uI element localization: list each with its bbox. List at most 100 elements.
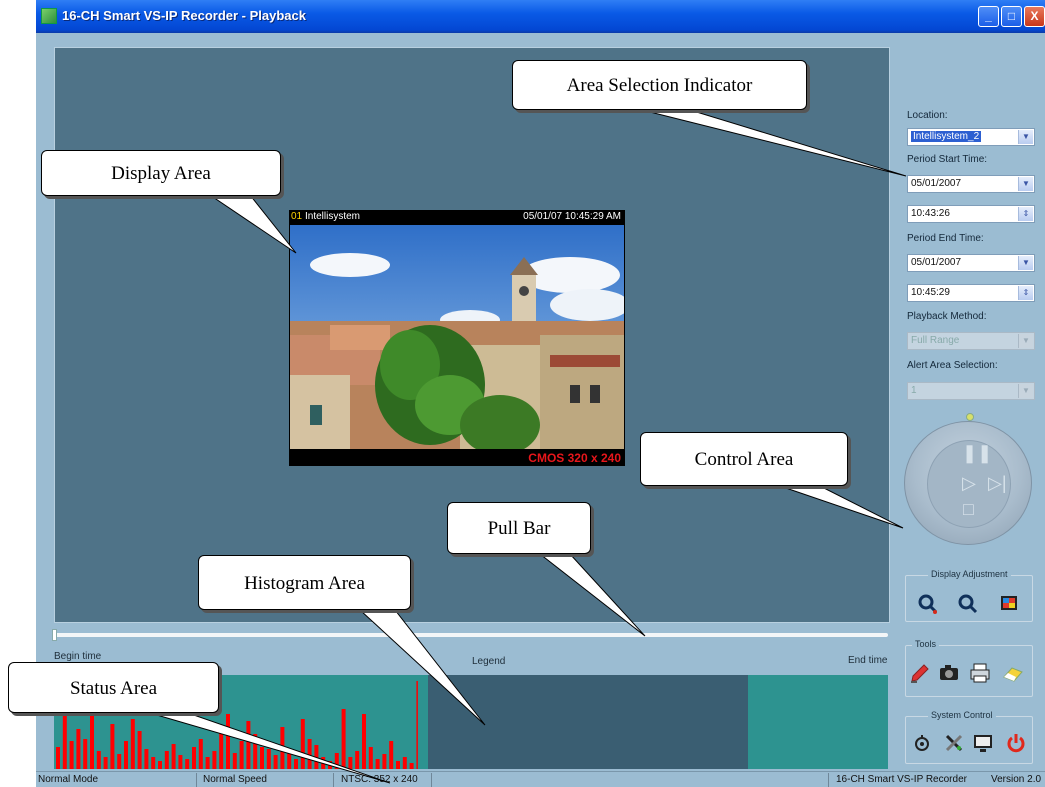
zoom-in-icon[interactable] [917, 593, 939, 615]
histogram-bar [314, 745, 319, 769]
histogram-bar [164, 751, 169, 769]
status-video-format: NTSC: 352 x 240 [341, 774, 418, 785]
close-button[interactable]: X [1024, 6, 1045, 27]
histogram-bar [307, 739, 312, 769]
status-speed: Normal Speed [203, 774, 267, 785]
histogram-bar [205, 757, 210, 769]
histogram-bar [83, 739, 88, 769]
histogram-bar [185, 759, 190, 769]
histogram-bar [389, 741, 394, 769]
end-date-value: 05/01/2007 [911, 257, 962, 268]
histogram-bar [348, 757, 353, 769]
status-led-icon [966, 413, 974, 421]
histogram-bar [362, 714, 366, 769]
window-title: 16-CH Smart VS-IP Recorder - Playback [62, 8, 306, 23]
chevron-down-icon[interactable]: ▼ [1018, 256, 1033, 270]
start-time-spinner[interactable]: 10:43:26 ⇕ [907, 205, 1035, 223]
color-adjust-icon[interactable] [998, 593, 1020, 615]
alert-area-select[interactable]: 1 ▼ [907, 382, 1035, 400]
status-bar: Normal Mode Normal Speed NTSC: 352 x 240… [36, 771, 1045, 787]
histogram-bar [171, 744, 176, 769]
maximize-button[interactable]: □ [1001, 6, 1022, 27]
callout-area-selection-text: Area Selection Indicator [512, 60, 807, 110]
video-resolution: CMOS 320 x 240 [528, 451, 621, 465]
histogram-bar [334, 753, 339, 769]
print-icon[interactable] [969, 662, 991, 684]
callout-status-area-text: Status Area [8, 662, 219, 713]
histogram-bar [287, 751, 292, 769]
pull-bar-handle[interactable] [52, 629, 57, 641]
status-product-name: 16-CH Smart VS-IP Recorder [836, 774, 967, 785]
zoom-out-icon[interactable] [957, 593, 979, 615]
title-bar[interactable]: 16-CH Smart VS-IP Recorder - Playback _ … [36, 0, 1045, 33]
histogram-bar [219, 729, 224, 769]
stop-icon[interactable]: □ [963, 500, 974, 518]
video-overlay-header: 01 Intellisystem 05/01/07 10:45:29 AM [289, 210, 625, 225]
camera-name: Intellisystem [305, 211, 361, 222]
histogram-bar [375, 759, 380, 769]
period-end-label: Period End Time: [907, 233, 984, 244]
step-forward-icon[interactable]: ▷| [988, 474, 1007, 492]
end-time-value: 10:45:29 [911, 287, 950, 298]
eraser-icon[interactable] [1002, 662, 1024, 684]
pause-icon[interactable]: ❚❚ [962, 444, 992, 462]
begin-time-label: Begin time [54, 651, 102, 662]
playback-method-label: Playback Method: [907, 311, 987, 322]
histogram-bar [151, 757, 156, 769]
system-control-label: System Control [928, 710, 996, 720]
video-timestamp: 05/01/07 10:45:29 AM [523, 211, 621, 222]
tools-config-icon[interactable] [943, 732, 965, 754]
camera-snapshot-icon[interactable] [938, 662, 960, 684]
channel-number: 01 [291, 211, 303, 222]
histogram-bar [396, 761, 400, 769]
pull-bar-track[interactable] [54, 633, 888, 637]
end-date-picker[interactable]: 05/01/2007 ▼ [907, 254, 1035, 272]
callout-histogram-area-text: Histogram Area [198, 555, 411, 610]
chevron-down-icon[interactable]: ▼ [1018, 130, 1033, 144]
monitor-icon[interactable] [972, 732, 994, 754]
histogram-bar [321, 757, 326, 769]
spin-arrows-icon[interactable]: ⇕ [1018, 207, 1033, 221]
alert-area-label: Alert Area Selection: [907, 360, 998, 371]
end-time-spinner[interactable]: 10:45:29 ⇕ [907, 284, 1035, 302]
power-icon[interactable] [1005, 732, 1027, 754]
display-adjustment-label: Display Adjustment [928, 569, 1011, 579]
histogram-bar [246, 721, 251, 769]
histogram-bar [368, 747, 373, 769]
system-control-group: System Control [905, 710, 1033, 764]
chevron-down-icon[interactable]: ▼ [1018, 384, 1033, 398]
histogram-bar [178, 755, 183, 769]
start-date-picker[interactable]: 05/01/2007 ▼ [907, 175, 1035, 193]
histogram-bar [144, 749, 149, 769]
playback-method-select[interactable]: Full Range ▼ [907, 332, 1035, 350]
histogram-bar [280, 727, 285, 769]
minimize-button[interactable]: _ [978, 6, 999, 27]
histogram-bar [341, 709, 346, 769]
location-label: Location: [907, 110, 948, 121]
histogram-bar [212, 751, 217, 769]
histogram-bar [137, 731, 142, 769]
histogram-bar [355, 751, 360, 769]
status-mode: Normal Mode [38, 774, 99, 785]
settings-icon[interactable] [911, 732, 933, 754]
histogram-bar [409, 763, 414, 769]
edit-tool-icon[interactable] [909, 662, 931, 684]
location-value: Intellisystem_2 [911, 131, 982, 142]
spin-arrows-icon[interactable]: ⇕ [1018, 286, 1033, 300]
start-date-value: 05/01/2007 [911, 178, 962, 189]
histogram-bar [110, 724, 115, 769]
histogram-bar [300, 719, 305, 769]
chevron-down-icon[interactable]: ▼ [1018, 177, 1033, 191]
playback-control-dial[interactable]: ❚❚ ▷ ▷| □ [904, 421, 1032, 545]
histogram-bar [239, 741, 244, 769]
chevron-down-icon[interactable]: ▼ [1018, 334, 1033, 348]
video-viewport[interactable]: 01 Intellisystem 05/01/07 10:45:29 AM CM… [289, 210, 625, 466]
end-time-label: End time [848, 655, 888, 666]
display-adjustment-group: Display Adjustment [905, 569, 1033, 622]
play-icon[interactable]: ▷ [962, 474, 976, 492]
histogram-bar [158, 761, 162, 769]
histogram-bar [402, 757, 407, 769]
tools-group: Tools [905, 639, 1033, 697]
callout-control-area-text: Control Area [640, 432, 848, 486]
location-select[interactable]: Intellisystem_2 ▼ [907, 128, 1035, 146]
